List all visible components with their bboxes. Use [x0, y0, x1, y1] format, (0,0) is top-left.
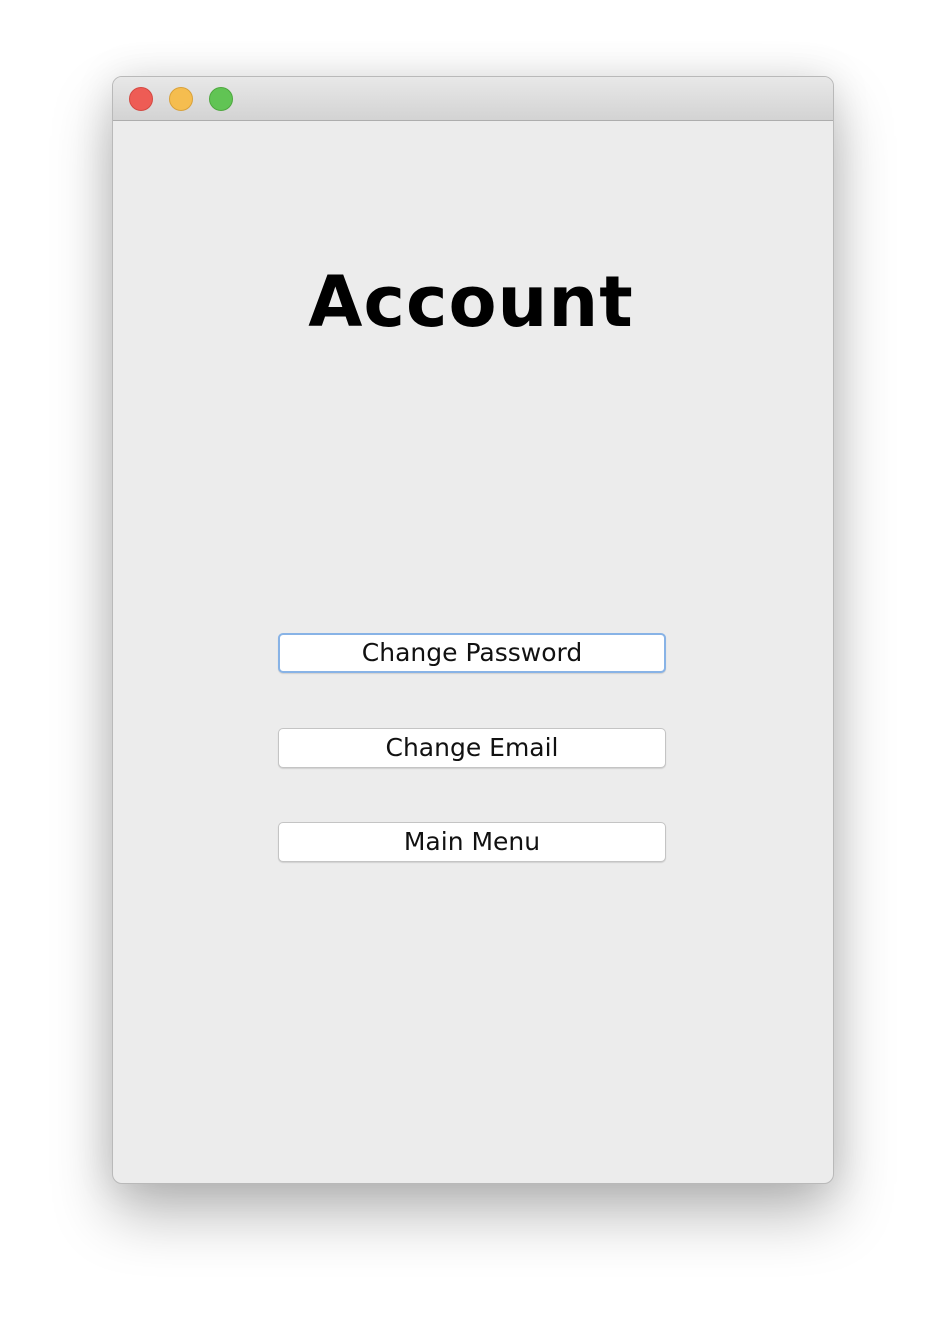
- close-window-button[interactable]: [129, 87, 153, 111]
- change-password-button[interactable]: Change Password: [278, 633, 666, 673]
- account-panel: Account Change Password Change Email Mai…: [113, 121, 833, 1183]
- minimize-window-button[interactable]: [169, 87, 193, 111]
- app-window: Account Change Password Change Email Mai…: [112, 76, 834, 1184]
- main-menu-button[interactable]: Main Menu: [278, 822, 666, 862]
- page-title: Account: [308, 261, 634, 343]
- zoom-window-button[interactable]: [209, 87, 233, 111]
- change-email-button[interactable]: Change Email: [278, 728, 666, 768]
- title-bar[interactable]: [113, 77, 833, 121]
